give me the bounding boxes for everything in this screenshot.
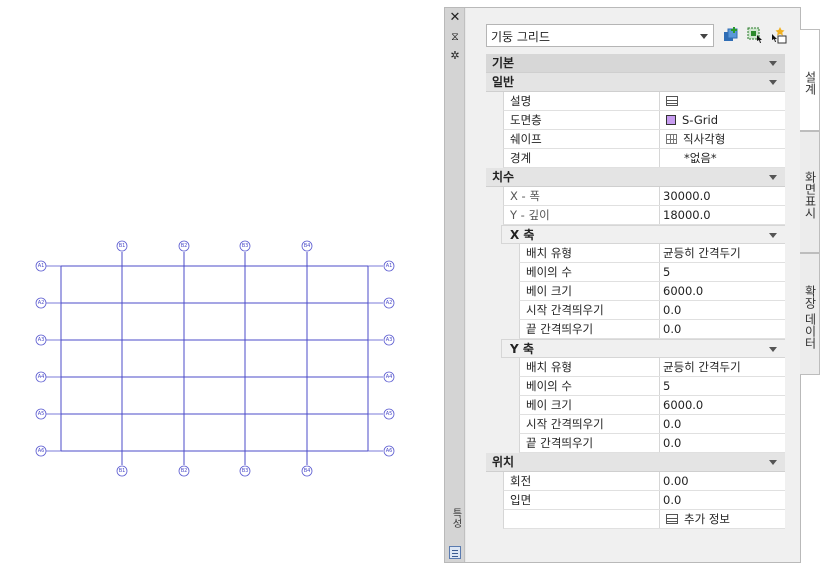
grid-lines — [60, 252, 369, 465]
grid-bubble-left-a6: A6 — [35, 445, 47, 457]
svg-text:A2: A2 — [38, 300, 45, 306]
grid-bubble-bottom-b2: B2 — [178, 465, 190, 477]
collapse-arrow-icon[interactable] — [769, 80, 777, 85]
property-row-x-layout-type[interactable]: 배치 유형 균등히 간격두기 — [519, 244, 785, 263]
tab-extended-data[interactable]: 확장 데이터 — [800, 253, 820, 375]
svg-text:A4: A4 — [386, 374, 393, 380]
svg-text:A3: A3 — [38, 337, 45, 343]
category-general[interactable]: 일반 — [486, 73, 785, 92]
property-row-additional-info[interactable]: 추가 정보 — [503, 510, 785, 529]
property-row-x-width[interactable]: X - 폭 30000.0 — [503, 187, 785, 206]
grid-bubble-right-a2: A2 — [383, 297, 395, 309]
grid-leaders — [46, 265, 383, 452]
column-grid-drawing[interactable]: B1 B2 B3 B4 B1 B2 B3 B4 A1 A2 A3 A4 A5 A… — [0, 0, 440, 569]
svg-text:A1: A1 — [386, 263, 393, 269]
grid-bubble-top-b1: B1 — [116, 240, 128, 252]
property-row-y-bay-size: 베이 크기 6000.0 — [519, 396, 785, 415]
layer-color-swatch — [666, 115, 676, 125]
grid-bubble-left-a3: A3 — [35, 334, 47, 346]
property-row-boundary[interactable]: 경계 *없음* — [503, 149, 785, 168]
quick-properties-icon[interactable] — [449, 546, 461, 559]
grid-bubble-bottom-b1: B1 — [116, 465, 128, 477]
collapse-arrow-icon[interactable] — [769, 347, 777, 352]
grid-bubble-top-b4: B4 — [301, 240, 313, 252]
palette-title-label: 특성 — [450, 508, 461, 528]
pickadd-icon[interactable] — [770, 26, 788, 44]
grid-bubble-left-a2: A2 — [35, 297, 47, 309]
property-row-x-bay-size: 베이 크기 6000.0 — [519, 282, 785, 301]
settings-icon[interactable]: ✲ — [448, 49, 462, 63]
property-row-y-start-offset[interactable]: 시작 간격띄우기 0.0 — [519, 415, 785, 434]
grid-bubble-right-a6: A6 — [383, 445, 395, 457]
property-row-y-bay-count[interactable]: 베이의 수 5 — [519, 377, 785, 396]
worksheet-icon[interactable] — [666, 96, 678, 106]
grid-bubble-top-b2: B2 — [178, 240, 190, 252]
rectangular-grid-icon — [666, 134, 677, 144]
property-row-y-end-offset[interactable]: 끝 간격띄우기 0.0 — [519, 434, 785, 453]
grid-bubble-right-a5: A5 — [383, 408, 395, 420]
svg-text:A6: A6 — [386, 448, 393, 454]
collapse-arrow-icon[interactable] — [769, 61, 777, 66]
grid-bubble-right-a1: A1 — [383, 260, 395, 272]
svg-text:B3: B3 — [242, 243, 249, 249]
autohide-icon[interactable]: ⧖ — [448, 30, 462, 44]
chevron-down-icon — [700, 34, 708, 39]
category-y-axis[interactable]: Y 축 — [501, 339, 785, 358]
grid-bubble-left-a1: A1 — [35, 260, 47, 272]
svg-text:A6: A6 — [38, 448, 45, 454]
category-location[interactable]: 위치 — [486, 453, 785, 472]
properties-palette: ✕ ⧖ ✲ 특성 기둥 그리드 기본 일반 설명 도면층 S-Grid 쉐이프 … — [444, 7, 801, 563]
svg-text:B4: B4 — [304, 468, 311, 474]
property-row-elevation[interactable]: 입면 0.0 — [503, 491, 785, 510]
grid-bubble-bottom-b4: B4 — [301, 465, 313, 477]
tab-design[interactable]: 설계 — [800, 29, 820, 131]
svg-text:B2: B2 — [181, 468, 188, 474]
style-select[interactable]: 기둥 그리드 — [486, 24, 714, 47]
grid-bubble-right-a3: A3 — [383, 334, 395, 346]
svg-text:A5: A5 — [38, 411, 45, 417]
svg-text:B2: B2 — [181, 243, 188, 249]
collapse-arrow-icon[interactable] — [769, 175, 777, 180]
collapse-arrow-icon[interactable] — [769, 233, 777, 238]
grid-bubble-left-a4: A4 — [35, 371, 47, 383]
grid-bubble-bottom-b3: B3 — [239, 465, 251, 477]
style-select-value: 기둥 그리드 — [491, 30, 551, 44]
property-grid: 기본 일반 설명 도면층 S-Grid 쉐이프 직사각형 경계 *없음* 치수 … — [486, 54, 785, 529]
svg-text:A2: A2 — [386, 300, 393, 306]
property-row-x-bay-count[interactable]: 베이의 수 5 — [519, 263, 785, 282]
svg-text:B3: B3 — [242, 468, 249, 474]
grid-bubble-left-a5: A5 — [35, 408, 47, 420]
collapse-arrow-icon[interactable] — [769, 460, 777, 465]
svg-text:A4: A4 — [38, 374, 45, 380]
close-icon[interactable]: ✕ — [448, 11, 462, 25]
svg-text:B1: B1 — [119, 243, 126, 249]
property-row-x-start-offset[interactable]: 시작 간격띄우기 0.0 — [519, 301, 785, 320]
palette-titlebar[interactable]: ✕ ⧖ ✲ 특성 — [445, 8, 465, 562]
palette-content: 기둥 그리드 기본 일반 설명 도면층 S-Grid 쉐이프 직사각형 경계 *… — [466, 8, 800, 562]
property-row-description[interactable]: 설명 — [503, 92, 785, 111]
select-objects-icon[interactable] — [746, 26, 764, 44]
property-row-y-layout-type[interactable]: 배치 유형 균등히 간격두기 — [519, 358, 785, 377]
grid-bubble-right-a4: A4 — [383, 371, 395, 383]
svg-text:B4: B4 — [304, 243, 311, 249]
property-row-layer[interactable]: 도면층 S-Grid — [503, 111, 785, 130]
property-row-shape[interactable]: 쉐이프 직사각형 — [503, 130, 785, 149]
property-row-y-depth[interactable]: Y - 깊이 18000.0 — [503, 206, 785, 225]
worksheet-icon — [666, 514, 678, 524]
add-selected-icon[interactable] — [722, 26, 740, 44]
svg-text:A3: A3 — [386, 337, 393, 343]
svg-text:A5: A5 — [386, 411, 393, 417]
property-row-rotation[interactable]: 회전 0.00 — [503, 472, 785, 491]
category-x-axis[interactable]: X 축 — [501, 225, 785, 244]
svg-text:B1: B1 — [119, 468, 126, 474]
category-basic[interactable]: 기본 — [486, 54, 785, 73]
category-dimensions[interactable]: 치수 — [486, 168, 785, 187]
additional-info-button[interactable]: 추가 정보 — [684, 512, 730, 526]
property-row-x-end-offset[interactable]: 끝 간격띄우기 0.0 — [519, 320, 785, 339]
grid-bubble-top-b3: B3 — [239, 240, 251, 252]
svg-text:A1: A1 — [38, 263, 45, 269]
tab-display[interactable]: 화면표시 — [800, 131, 820, 253]
